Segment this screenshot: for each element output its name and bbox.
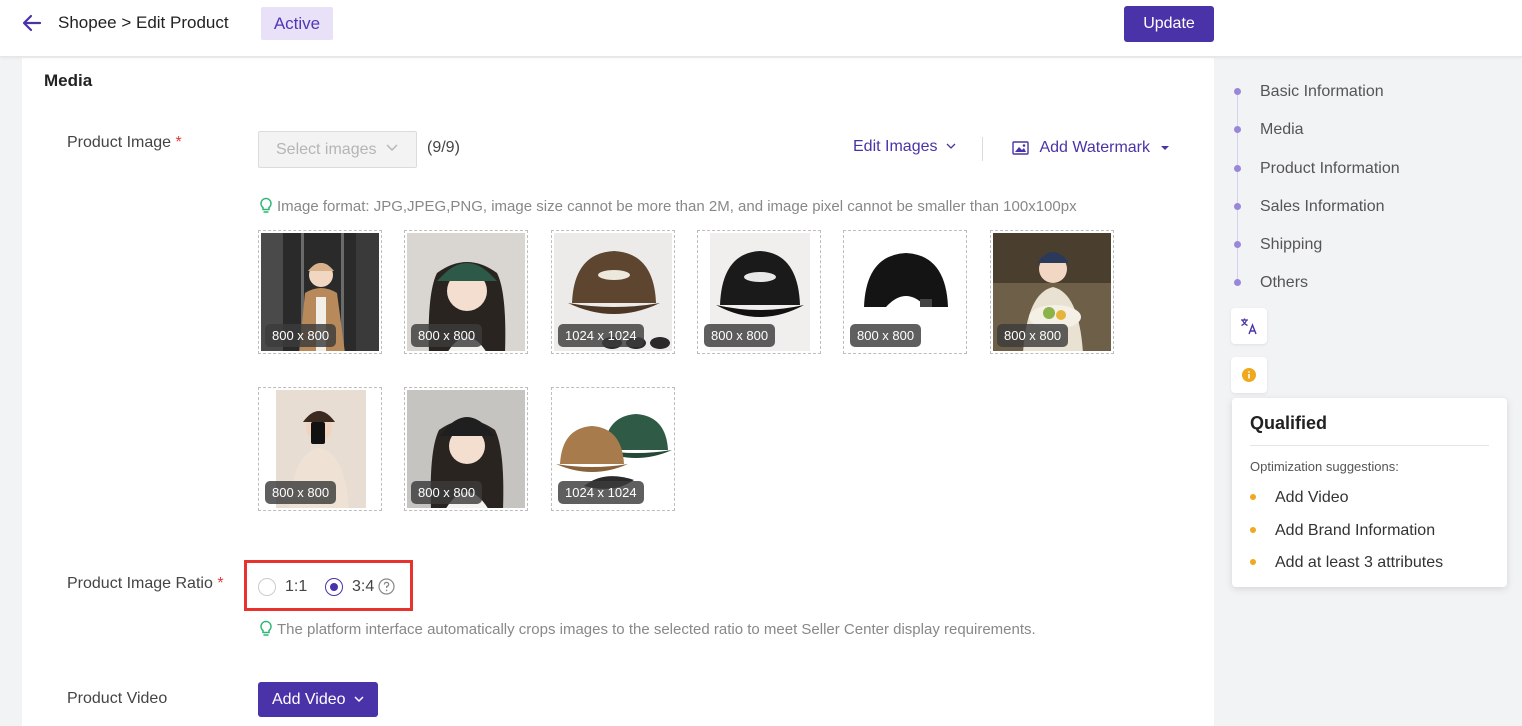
product-image-ratio-label-text: Product Image Ratio [67,575,213,592]
ratio-1-1-radio[interactable] [258,578,276,596]
help-icon[interactable] [378,578,395,595]
side-nav-product-information[interactable]: Product Information [1260,160,1400,178]
product-image-thumb[interactable]: 1024 x 1024 [551,387,675,511]
product-image-thumb[interactable]: 800 x 800 [404,387,528,511]
image-size-badge: 800 x 800 [997,324,1069,347]
breadcrumb: Shopee > Edit Product [58,13,229,32]
side-nav-line [1237,90,1238,283]
select-images-placeholder: Select images [276,141,377,158]
product-image-ratio-label: Product Image Ratio * [67,575,224,593]
image-size-badge: 800 x 800 [265,481,337,504]
bullet-dot [1250,559,1256,565]
chevron-down-icon [946,143,956,150]
required-mark: * [175,134,182,151]
lightbulb-icon [260,197,272,213]
qualified-title: Qualified [1250,413,1328,433]
bullet-dot [1250,494,1256,500]
image-size-badge: 800 x 800 [850,324,922,347]
nav-dot [1234,279,1241,286]
suggestion-item: Add Video [1275,489,1349,506]
image-size-badge: 800 x 800 [411,324,483,347]
section-title: Media [44,71,93,90]
side-nav-shipping[interactable]: Shipping [1260,236,1322,254]
side-nav-sales-information[interactable]: Sales Information [1260,198,1385,216]
edit-images-label: Edit Images [853,138,938,155]
format-hint-text: Image format: JPG,JPEG,PNG, image size c… [277,198,1077,215]
format-hint: Image format: JPG,JPEG,PNG, image size c… [259,197,1077,215]
translate-button[interactable] [1231,308,1267,344]
top-header: Shopee > Edit Product Active Update [0,0,1522,57]
ratio-3-4-radio[interactable] [325,578,343,596]
side-nav-media[interactable]: Media [1260,121,1304,139]
add-watermark-button[interactable]: Add Watermark [1012,139,1170,157]
product-image-label-text: Product Image [67,134,172,151]
add-video-label: Add Video [272,691,346,708]
back-arrow-icon[interactable] [20,12,44,34]
ratio-hint: The platform interface automatically cro… [259,620,1036,638]
translate-icon [1241,318,1257,335]
product-image-thumb[interactable]: 800 x 800 [404,230,528,354]
media-section: Media Product Image * Select images (9/9… [22,58,1214,726]
side-nav-others[interactable]: Others [1260,274,1308,292]
image-size-badge: 1024 x 1024 [558,324,644,347]
edit-images-button[interactable]: Edit Images [853,138,956,156]
product-image-label: Product Image * [67,134,182,152]
image-size-badge: 800 x 800 [411,481,483,504]
image-size-badge: 1024 x 1024 [558,481,644,504]
product-image-thumb[interactable]: 800 x 800 [697,230,821,354]
product-image-thumb[interactable]: 800 x 800 [258,387,382,511]
ratio-3-4-label[interactable]: 3:4 [352,578,374,596]
add-video-button[interactable]: Add Video [258,682,378,717]
nav-dot [1234,241,1241,248]
divider [982,137,983,161]
ratio-hint-text: The platform interface automatically cro… [277,621,1036,638]
image-size-badge: 800 x 800 [704,324,776,347]
select-images-dropdown[interactable]: Select images [258,131,417,168]
product-image-thumb[interactable]: 800 x 800 [990,230,1114,354]
ratio-1-1-label[interactable]: 1:1 [285,578,307,596]
product-image-thumb[interactable]: 1024 x 1024 [551,230,675,354]
nav-dot [1234,126,1241,133]
chevron-down-icon [354,696,364,703]
chevron-down-icon [386,144,398,151]
side-nav-basic-information[interactable]: Basic Information [1260,83,1384,101]
product-image-thumb[interactable]: 800 x 800 [843,230,967,354]
bullet-dot [1250,527,1256,533]
product-image-thumb[interactable]: 800 x 800 [258,230,382,354]
suggestion-item: Add at least 3 attributes [1275,554,1444,571]
update-button[interactable]: Update [1124,6,1214,42]
info-button[interactable] [1231,357,1267,393]
divider [1250,445,1489,446]
nav-dot [1234,88,1241,95]
qualified-panel: Qualified Optimization suggestions: Add … [1232,398,1507,587]
nav-dot [1234,203,1241,210]
nav-dot [1234,165,1241,172]
info-icon [1242,368,1256,382]
caret-down-icon [1161,145,1170,150]
optimization-subtitle: Optimization suggestions: [1250,459,1399,474]
suggestion-item: Add Brand Information [1275,522,1436,539]
add-watermark-label: Add Watermark [1039,139,1150,156]
lightbulb-icon [260,620,272,636]
image-count: (9/9) [427,139,460,156]
image-size-badge: 800 x 800 [265,324,337,347]
product-video-label: Product Video [67,690,168,707]
image-icon [1012,141,1029,155]
required-mark: * [217,575,224,592]
status-badge: Active [261,7,333,40]
